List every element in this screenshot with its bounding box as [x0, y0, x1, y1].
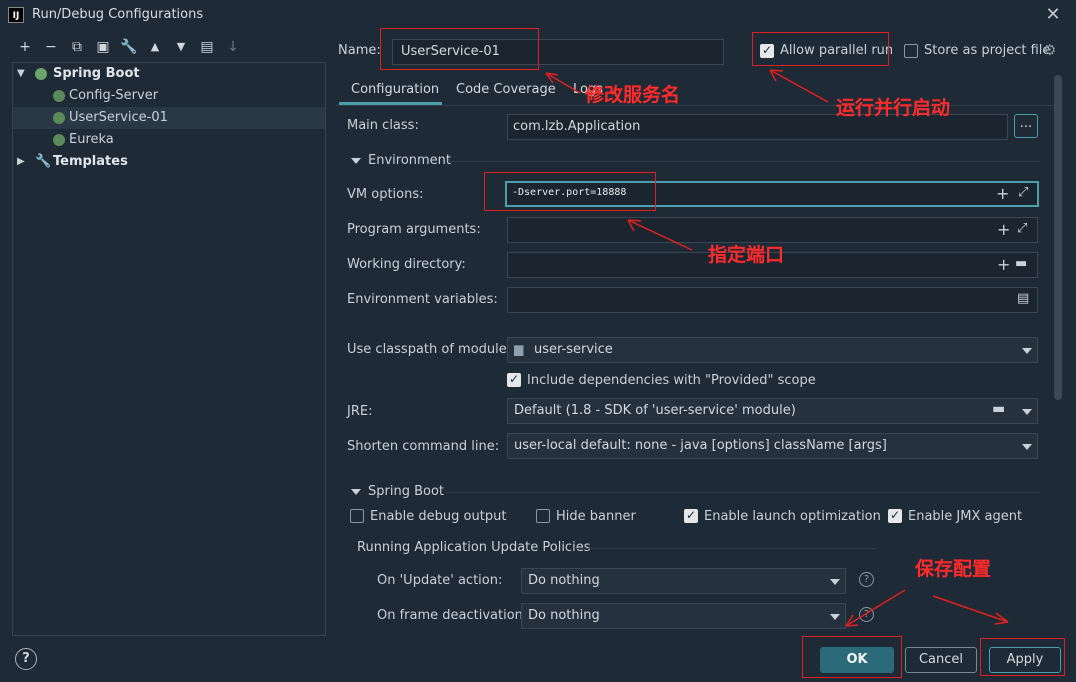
arrow-rename — [545, 72, 581, 94]
arrow-apply — [932, 595, 1009, 623]
arrow-parallel — [769, 69, 829, 103]
arrow-ok — [845, 589, 906, 627]
annotation-arrows — [545, 69, 1009, 627]
arrow-port — [627, 219, 693, 251]
